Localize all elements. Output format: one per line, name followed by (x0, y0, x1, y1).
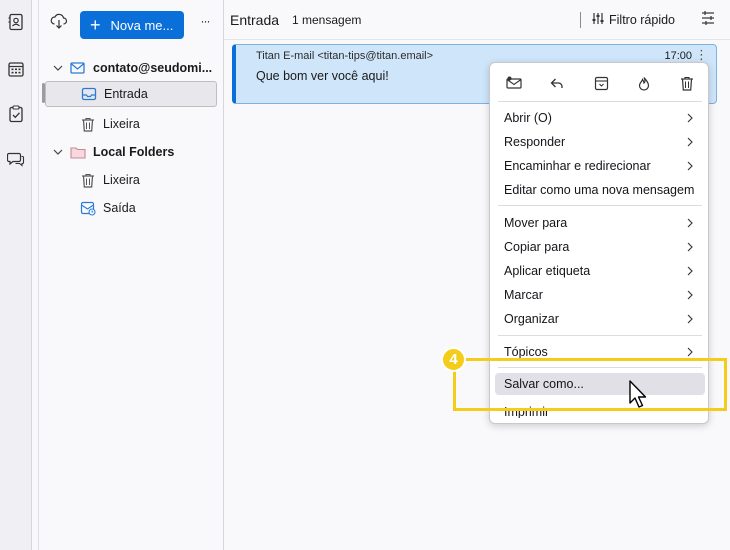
account-row[interactable]: contato@seudomi... (39, 55, 225, 81)
menu-item-editar-nova[interactable]: Editar como uma nova mensagem (495, 179, 705, 201)
folder-pane-menu-button[interactable]: ··· (193, 10, 217, 32)
folder-label: Entrada (104, 87, 148, 101)
menu-item-label: Abrir (O) (504, 111, 552, 125)
menu-item-mover-para[interactable]: Mover para (495, 212, 705, 234)
filter-icon (591, 12, 605, 28)
folder-item-entrada[interactable]: Entrada (45, 81, 217, 107)
step-badge: 4 (441, 347, 466, 372)
menu-item-responder[interactable]: Responder (495, 131, 705, 153)
spaces-toolbar (0, 0, 32, 550)
chevron-right-icon (687, 217, 693, 231)
highlight-box (453, 358, 727, 411)
menu-item-encaminhar[interactable]: Encaminhar e redirecionar (495, 155, 705, 177)
thread-pane-header: Entrada 1 mensagem Filtro rápido (224, 0, 730, 40)
display-options-icon[interactable] (700, 10, 718, 28)
quick-filter-label: Filtro rápido (609, 13, 675, 27)
chevron-right-icon (687, 289, 693, 303)
plus-icon: + (90, 15, 101, 35)
chevron-right-icon (687, 136, 693, 150)
tasks-icon[interactable] (4, 102, 28, 126)
delete-icon[interactable] (677, 73, 697, 93)
message-time: 17:00 (664, 50, 692, 62)
more-options-icon[interactable]: ⋮ (695, 47, 708, 63)
menu-separator (498, 205, 702, 206)
chevron-down-icon[interactable] (51, 65, 65, 71)
menu-item-label: Marcar (504, 288, 543, 302)
message-sender: Titan E-mail <titan-tips@titan.email> (256, 50, 434, 62)
calendar-icon[interactable] (4, 57, 28, 81)
local-folder-item-lixeira[interactable]: Lixeira (39, 167, 225, 193)
mark-read-icon[interactable] (504, 73, 524, 93)
divider (580, 12, 581, 28)
chevron-right-icon (687, 265, 693, 279)
trash-icon (79, 116, 97, 132)
quick-filter-button[interactable]: Filtro rápido (580, 12, 675, 28)
menu-item-label: Mover para (504, 216, 568, 230)
get-messages-icon[interactable] (47, 10, 71, 32)
chevron-right-icon (687, 112, 693, 126)
chevron-right-icon (687, 241, 693, 255)
menu-item-aplicar-etiqueta[interactable]: Aplicar etiqueta (495, 260, 705, 282)
local-folder-item-saida[interactable]: Saída (39, 195, 225, 221)
new-message-button[interactable]: + Nova me... (80, 11, 184, 39)
menu-separator (498, 335, 702, 336)
reply-icon[interactable] (547, 73, 567, 93)
account-name: contato@seudomi... (93, 61, 213, 75)
chat-icon[interactable] (4, 147, 28, 171)
address-book-icon[interactable] (4, 10, 28, 34)
trash-icon (79, 172, 97, 188)
menu-item-abrir[interactable]: Abrir (O) (495, 107, 705, 129)
mouse-cursor-icon (628, 380, 650, 410)
message-subject: Que bom ver você aqui! (256, 69, 389, 83)
new-message-label: Nova me... (110, 17, 174, 33)
chevron-down-icon[interactable] (51, 149, 65, 155)
menu-item-copiar-para[interactable]: Copiar para (495, 236, 705, 258)
message-count: 1 mensagem (292, 13, 362, 27)
menu-item-label: Tópicos (504, 345, 548, 359)
inbox-icon (80, 86, 98, 102)
menu-item-label: Copiar para (504, 240, 570, 254)
context-menu-action-bar (490, 69, 710, 97)
local-folders-label: Local Folders (93, 145, 175, 159)
folder-item-lixeira[interactable]: Lixeira (39, 111, 225, 137)
menu-item-label: Responder (504, 135, 566, 149)
menu-item-label: Encaminhar e redirecionar (504, 159, 651, 173)
folder-label: Saída (103, 201, 136, 215)
menu-item-label: Organizar (504, 312, 559, 326)
folder-toolbar: + Nova me... ··· (39, 0, 225, 40)
junk-icon[interactable] (634, 73, 654, 93)
folder-label: Lixeira (103, 117, 140, 131)
menu-item-organizar[interactable]: Organizar (495, 308, 705, 330)
local-folders-row[interactable]: Local Folders (39, 139, 225, 165)
outbox-icon (79, 200, 97, 216)
folder-icon (69, 144, 87, 160)
folder-label: Lixeira (103, 173, 140, 187)
archive-icon[interactable] (591, 73, 611, 93)
folder-title: Entrada (230, 12, 280, 28)
menu-separator (498, 101, 702, 102)
menu-item-label: Editar como uma nova mensagem (504, 183, 695, 197)
folder-pane: + Nova me... ··· contato@seudomi... Entr… (38, 0, 224, 550)
chevron-right-icon (687, 313, 693, 327)
account-mail-icon (69, 60, 87, 76)
menu-item-marcar[interactable]: Marcar (495, 284, 705, 306)
chevron-right-icon (687, 160, 693, 174)
menu-item-label: Aplicar etiqueta (504, 264, 591, 278)
